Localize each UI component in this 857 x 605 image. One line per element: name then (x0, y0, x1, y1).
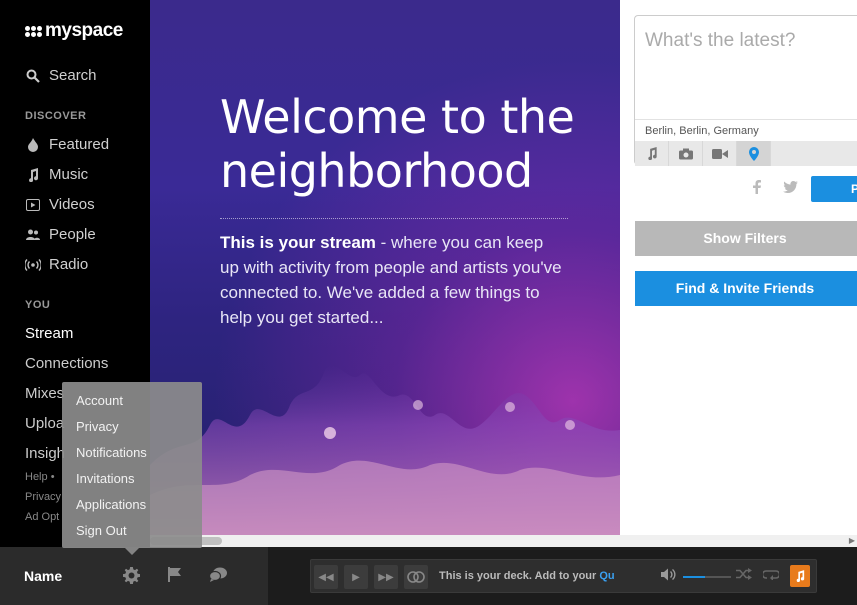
volume-icon[interactable] (661, 568, 677, 584)
composer-toolbar (635, 141, 857, 166)
sidebar-item-label: Videos (49, 196, 95, 213)
music-note-icon (25, 167, 41, 183)
status-composer[interactable]: What's the latest? Berlin, Berlin, Germa… (634, 15, 857, 166)
hero-title: Welcome to the neighborhood (220, 90, 575, 198)
crowd-photo (150, 365, 620, 535)
search-icon (25, 68, 41, 84)
repeat-icon[interactable] (761, 568, 781, 583)
user-menu-popup: Account Privacy Notifications Invitation… (62, 382, 202, 548)
deck-message: This is your deck. Add to your Qu (439, 570, 615, 582)
video-icon (25, 197, 41, 213)
menu-item-notifications[interactable]: Notifications (76, 445, 147, 460)
menu-item-privacy[interactable]: Privacy (76, 419, 119, 434)
sidebar-item-label: Featured (49, 136, 110, 153)
sidebar-item-label: Search (49, 67, 97, 84)
scroll-right-arrow-icon[interactable]: ▶ (849, 536, 855, 545)
status-input-placeholder[interactable]: What's the latest? (645, 30, 795, 52)
location-label[interactable]: Berlin, Berlin, Germany (635, 119, 857, 141)
previous-track-icon[interactable]: ◀◀ (314, 565, 338, 589)
menu-item-sign-out[interactable]: Sign Out (76, 523, 127, 538)
play-icon[interactable]: ▶ (344, 565, 368, 589)
logo-dots-icon (25, 25, 42, 37)
music-note-icon[interactable] (790, 565, 810, 587)
app-root: myspace Search DISCOVER Featured Music V… (0, 0, 857, 605)
facebook-icon[interactable] (753, 180, 761, 197)
post-button[interactable]: P (811, 176, 857, 202)
username[interactable]: Name (24, 568, 62, 584)
help-link[interactable]: Help • (25, 471, 55, 483)
myspace-logo[interactable]: myspace (25, 20, 123, 42)
volume-slider[interactable] (683, 576, 731, 578)
sidebar-item-connections[interactable]: Connections (25, 355, 108, 372)
you-heading: YOU (25, 299, 51, 311)
camera-icon[interactable] (669, 141, 703, 166)
sidebar-item-label: People (49, 226, 96, 243)
user-panel: Name (0, 547, 268, 605)
sidebar-item-stream[interactable]: Stream (25, 325, 73, 342)
video-camera-icon[interactable] (703, 141, 737, 166)
sidebar-item-people[interactable]: People (25, 226, 96, 243)
sidebar-item-videos[interactable]: Videos (25, 196, 95, 213)
connect-icon[interactable] (404, 565, 428, 589)
flame-icon (25, 137, 41, 153)
ad-options-link[interactable]: Ad Opt (25, 511, 59, 523)
people-icon (25, 227, 41, 243)
queue-link[interactable]: Qu (599, 570, 614, 582)
discover-heading: DISCOVER (25, 110, 87, 122)
sidebar-item-featured[interactable]: Featured (25, 136, 109, 153)
next-track-icon[interactable]: ▶▶ (374, 565, 398, 589)
popup-pointer (125, 548, 139, 555)
hero-divider (220, 218, 568, 219)
sidebar-item-label: Music (49, 166, 89, 183)
right-panel: What's the latest? Berlin, Berlin, Germa… (620, 0, 857, 535)
sidebar-item-search[interactable]: Search (25, 67, 97, 84)
radio-icon (25, 257, 41, 273)
music-icon[interactable] (635, 141, 669, 166)
volume-level (683, 576, 705, 578)
gear-icon[interactable] (123, 567, 140, 589)
location-pin-icon[interactable] (737, 141, 771, 166)
sidebar-item-mixes[interactable]: Mixes (25, 385, 64, 402)
sidebar-item-uploads[interactable]: Uploa (25, 415, 64, 432)
show-filters-button[interactable]: Show Filters (635, 221, 857, 256)
menu-item-account[interactable]: Account (76, 393, 123, 408)
stream-welcome-hero: Welcome to the neighborhood This is your… (150, 0, 620, 535)
privacy-link[interactable]: Privacy (25, 491, 61, 503)
shuffle-icon[interactable] (736, 568, 752, 583)
sidebar-item-radio[interactable]: Radio (25, 256, 88, 273)
sidebar-item-insights[interactable]: Insigh (25, 445, 65, 462)
sidebar-item-label: Radio (49, 256, 89, 273)
find-invite-friends-button[interactable]: Find & Invite Friends (635, 271, 857, 306)
twitter-icon[interactable] (783, 180, 798, 196)
sidebar-item-music[interactable]: Music (25, 166, 88, 183)
chat-bubbles-icon[interactable] (208, 567, 227, 587)
menu-item-invitations[interactable]: Invitations (76, 471, 135, 486)
horizontal-scrollbar[interactable]: ▶ (150, 535, 857, 547)
menu-item-applications[interactable]: Applications (76, 497, 146, 512)
logo-text: myspace (45, 20, 123, 41)
flag-icon[interactable] (168, 567, 182, 587)
music-deck: ◀◀ ▶ ▶▶ This is your deck. Add to your Q… (310, 559, 817, 593)
hero-description: This is your stream - where you can keep… (220, 233, 562, 327)
bottom-bar: Name ◀◀ ▶ ▶▶ This is your deck. Add to y… (0, 547, 857, 605)
